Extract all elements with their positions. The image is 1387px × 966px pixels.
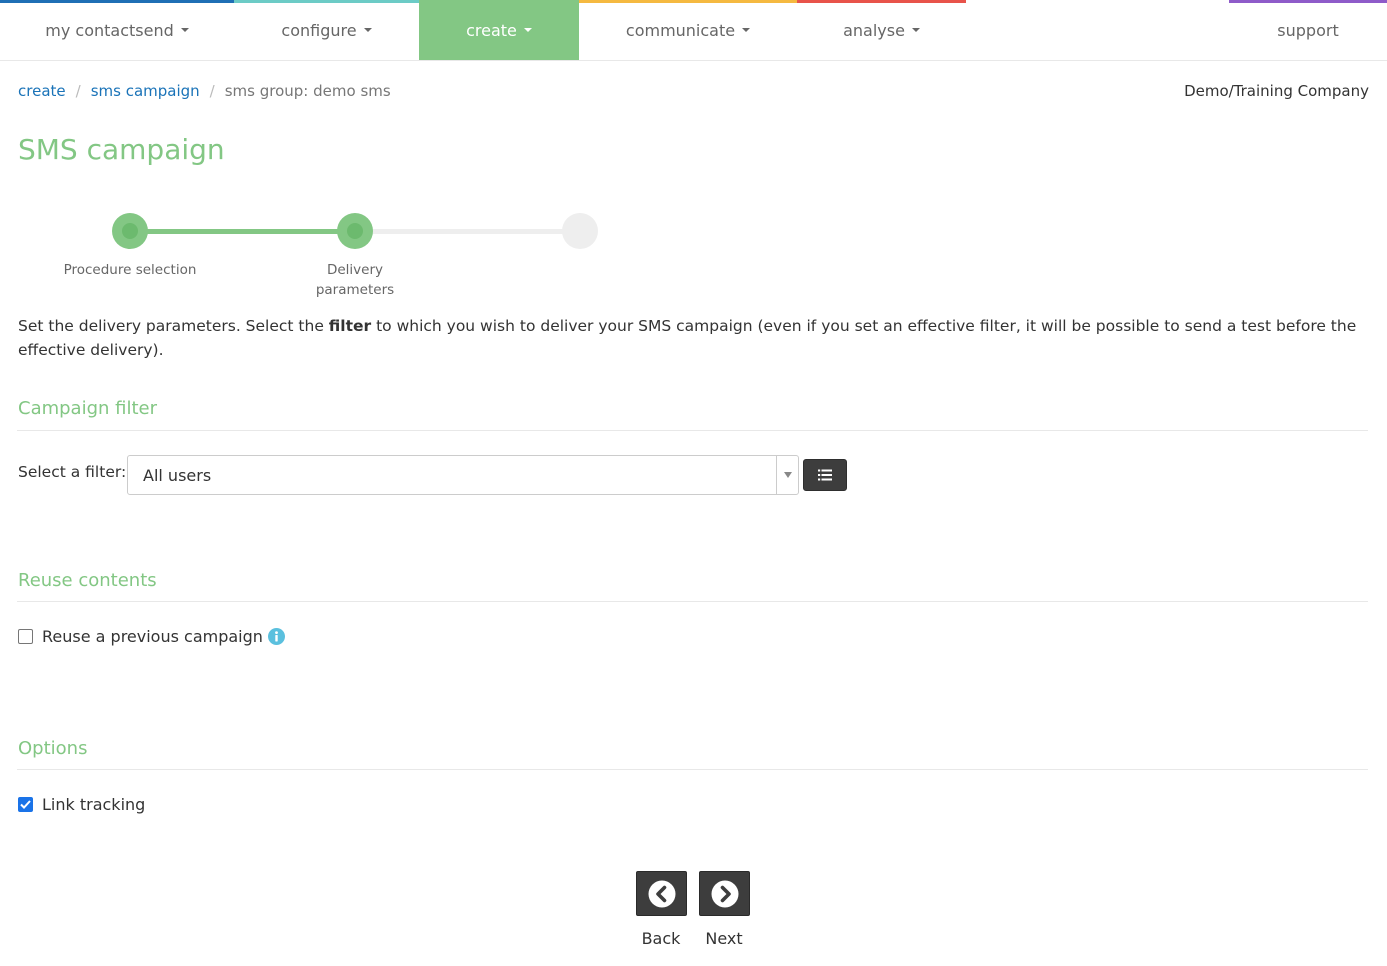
page-title: SMS campaign [18,133,225,166]
next-button-label[interactable]: Next [694,929,754,948]
nav-item-label: my contactsend [45,20,174,40]
chevron-left-circle-icon [648,880,675,907]
section-divider [17,601,1368,602]
breadcrumb-separator: / [209,82,215,100]
step-connector-done [130,229,355,234]
breadcrumb: create / sms campaign / sms group: demo … [18,80,391,102]
filter-label: Select a filter: [18,463,127,481]
chevron-right-circle-icon [711,880,738,907]
step-dot-delivery-parameters [337,213,373,249]
dropdown-arrow-icon[interactable] [776,456,798,494]
section-title-options: Options [18,738,88,759]
filter-select[interactable]: All users [127,455,799,495]
link-tracking-label[interactable]: Link tracking [42,795,145,814]
nav-color-bar [797,0,966,3]
link-tracking-row: Link tracking [18,795,145,814]
list-icon [818,469,832,481]
intro-text-before: Set the delivery parameters. Select the [18,317,329,335]
section-divider [17,769,1368,770]
step-label-procedure-selection: Procedure selection [63,262,197,278]
step-connector-todo [355,229,580,234]
back-button-label[interactable]: Back [631,929,691,948]
nav-item-label: create [466,20,517,40]
info-icon[interactable] [267,628,285,645]
breadcrumb-separator: / [75,82,81,100]
nav-item-label: analyse [843,20,905,40]
step-dot-procedure-selection [112,213,148,249]
company-name: Demo/Training Company [1184,82,1369,100]
link-tracking-checkbox[interactable] [18,797,33,812]
nav-color-bar [1229,0,1387,3]
intro-text-bold: filter [328,317,372,335]
nav-item-label: communicate [625,20,736,40]
caret-down-icon [180,28,189,32]
nav-color-bar [579,0,797,3]
filter-select-value: All users [143,465,212,485]
section-divider [17,430,1368,431]
nav-color-bar [419,0,579,3]
breadcrumb-link-create[interactable]: create [18,82,66,100]
nav-color-bar [0,0,234,3]
nav-item-support[interactable]: support [1229,0,1387,60]
next-button[interactable] [699,871,750,916]
reuse-campaign-checkbox[interactable] [18,629,33,644]
nav-item-label: configure [281,20,357,40]
reuse-campaign-row: Reuse a previous campaign [18,627,285,646]
top-navigation: my contactsend configure create communic… [0,0,1387,61]
caret-down-icon [911,28,920,32]
caret-down-icon [363,28,372,32]
breadcrumb-current: sms group: demo sms [224,82,391,100]
back-button[interactable] [636,871,687,916]
nav-item-create[interactable]: create [419,0,579,60]
nav-item-configure[interactable]: configure [234,0,419,60]
section-title-campaign-filter: Campaign filter [18,398,158,419]
reuse-campaign-label[interactable]: Reuse a previous campaign [42,627,263,646]
filter-list-button[interactable] [803,459,847,491]
nav-color-bar [234,0,419,3]
nav-item-communicate[interactable]: communicate [579,0,797,60]
nav-item-my-contactsend[interactable]: my contactsend [0,0,234,60]
nav-item-label: support [1277,20,1339,40]
section-title-reuse-contents: Reuse contents [18,570,157,591]
step-label-delivery-parameters: Delivery parameters [315,262,395,298]
check-icon [20,800,31,809]
intro-text: Set the delivery parameters. Select the … [18,314,1368,362]
caret-down-icon [742,28,751,32]
nav-item-analyse[interactable]: analyse [797,0,966,60]
breadcrumb-link-sms-campaign[interactable]: sms campaign [91,82,200,100]
caret-down-icon [523,28,532,32]
step-dot-next [562,213,598,249]
